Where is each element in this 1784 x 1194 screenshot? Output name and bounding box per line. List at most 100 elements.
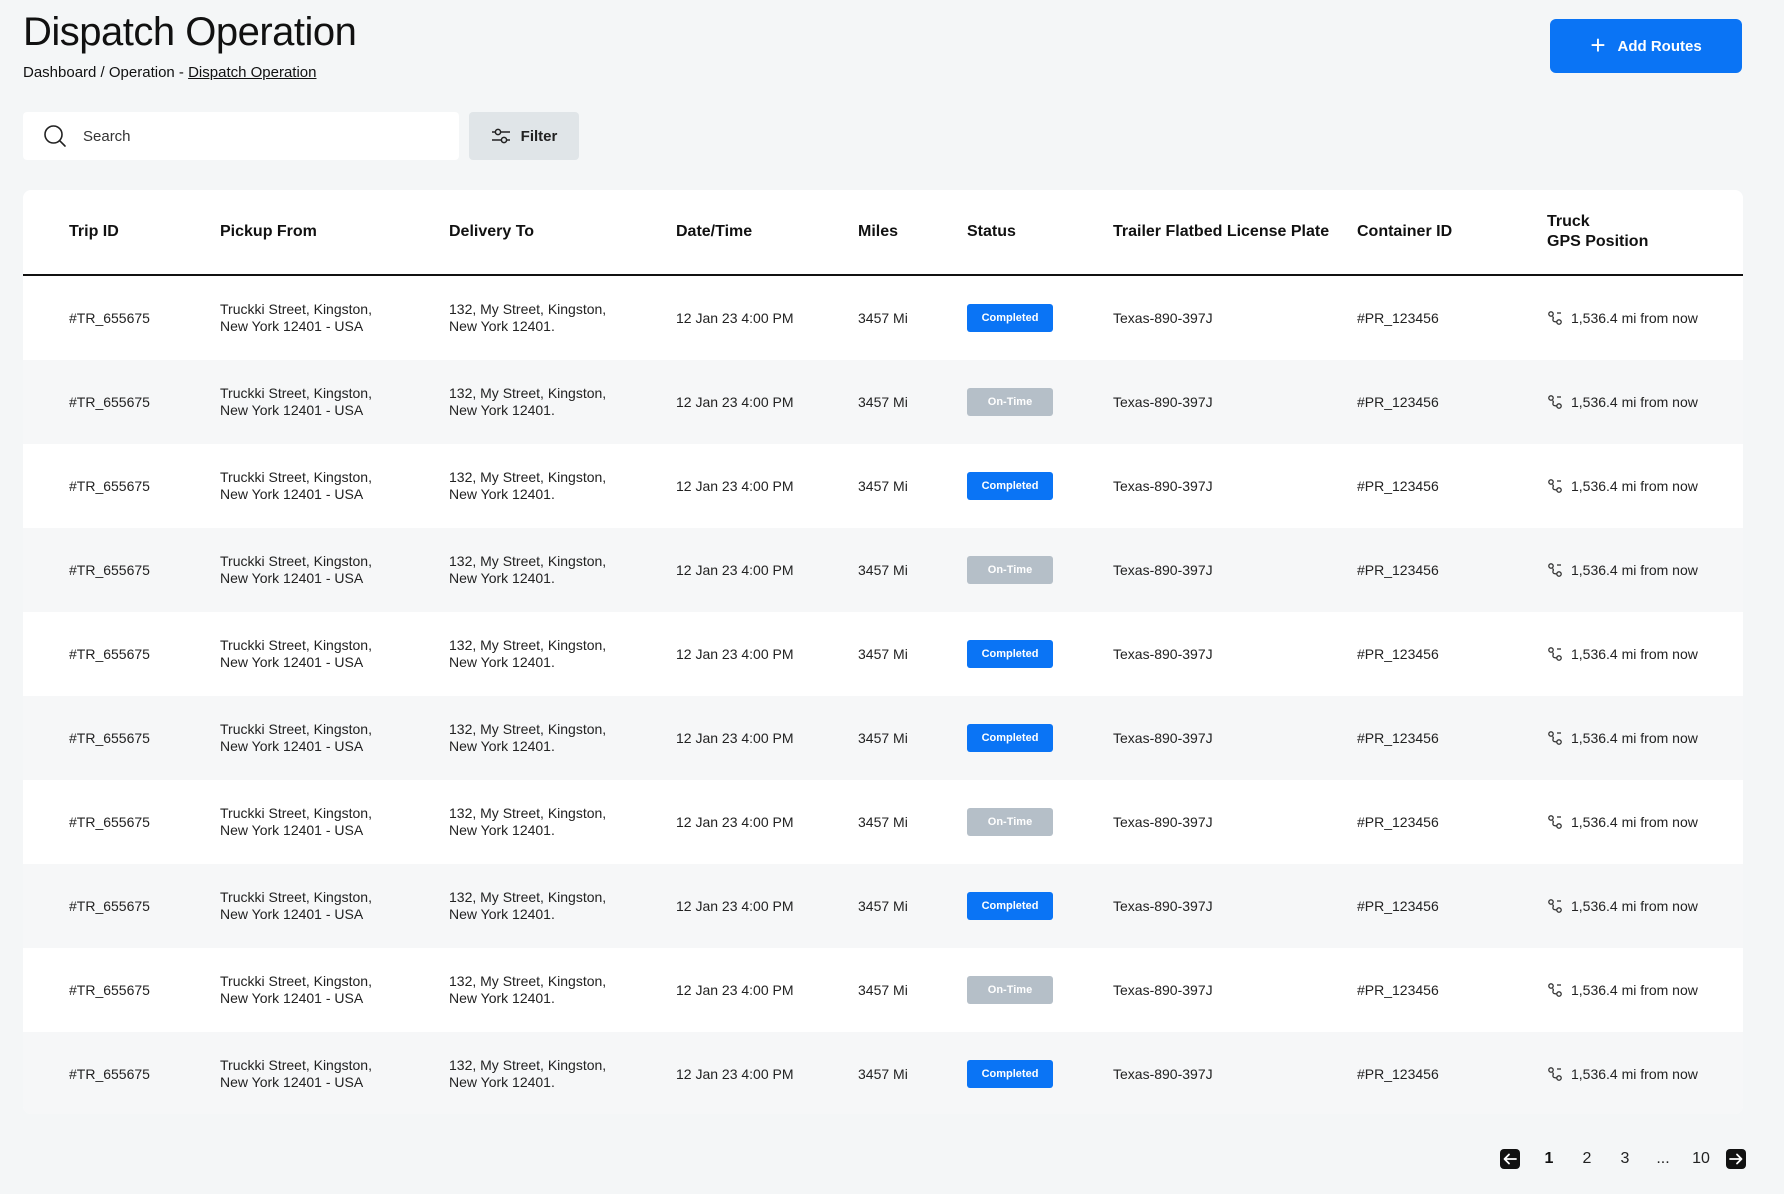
next-page-button[interactable] [1726,1149,1746,1169]
miles-cell: 3457 Mi [858,360,967,444]
delivery-line: New York 12401. [449,318,555,334]
column-header[interactable]: Miles [858,190,967,276]
status-cell: Completed [967,275,1113,360]
route-icon [1547,898,1563,914]
dispatch-table: Trip ID Pickup From Delivery To Date/Tim… [23,190,1743,1114]
container-cell: #PR_123456 [1357,981,1439,998]
pickup-line: Truckki Street, Kingston, [220,385,372,401]
status-badge: Completed [967,892,1053,920]
column-header[interactable]: Date/Time [676,190,858,276]
table-row[interactable]: #TR_655675 Truckki Street, Kingston, New Y… [23,612,1743,696]
delivery-cell: 132, My Street, Kingston, New York 12401. [449,696,676,780]
pickup-cell: Truckki Street, Kingston, New York 12401 … [220,948,449,1032]
miles-cell: 3457 Mi [858,813,908,830]
table-row[interactable]: #TR_655675 Truckki Street, Kingston, New Y… [23,275,1743,360]
add-routes-label: Add Routes [1617,37,1702,55]
plate-cell: Texas-890-397J [1113,309,1213,326]
datetime-cell: 12 Jan 23 4:00 PM [676,813,794,830]
status-cell: On-Time [967,780,1113,864]
trip-id-cell: #TR_655675 [69,645,150,662]
pickup-cell: Truckki Street, Kingston, New York 12401 … [220,444,449,528]
column-header[interactable]: Trailer Flatbed License Plate [1113,190,1357,276]
pickup-line: New York 12401 - USA [220,1074,364,1090]
breadcrumb-path: Dashboard / Operation - [23,64,189,81]
column-header[interactable]: Trip ID [23,190,220,276]
status-cell: On-Time [967,528,1113,612]
status-badge: On-Time [967,808,1053,836]
table-row[interactable]: #TR_655675 Truckki Street, Kingston, New Y… [23,696,1743,780]
datetime-cell: 12 Jan 23 4:00 PM [676,309,794,326]
container-cell: #PR_123456 [1357,813,1439,830]
page-number[interactable]: 1 [1532,1150,1566,1168]
add-routes-button[interactable]: + Add Routes [1550,19,1742,73]
arrow-left-icon [1503,1153,1517,1165]
table-row[interactable]: #TR_655675 Truckki Street, Kingston, New Y… [23,780,1743,864]
table-header-row: Trip ID Pickup From Delivery To Date/Tim… [23,190,1743,276]
trip-id-cell: #TR_655675 [69,477,150,494]
route-icon [1547,730,1563,746]
pagination: 1 2 3 ... 10 [1500,1148,1746,1170]
delivery-line: New York 12401. [449,1074,555,1090]
table-row[interactable]: #TR_655675 Truckki Street, Kingston, New Y… [23,528,1743,612]
miles-cell: 3457 Mi [858,696,967,780]
plate-cell: Texas-890-397J [1113,864,1357,948]
gps-cell: 1,536.4 mi from now [1547,612,1743,696]
page-number[interactable]: 10 [1684,1150,1718,1168]
delivery-line: 132, My Street, Kingston, [449,973,607,989]
search-box[interactable] [23,112,459,160]
gps-text: 1,536.4 mi from now [1571,561,1698,578]
delivery-cell: 132, My Street, Kingston, New York 12401. [449,444,676,528]
table-row[interactable]: #TR_655675 Truckki Street, Kingston, New Y… [23,360,1743,444]
delivery-cell: 132, My Street, Kingston, New York 12401. [449,612,676,696]
column-header[interactable]: Status [967,190,1113,276]
delivery-line: 132, My Street, Kingston, [449,301,607,317]
delivery-cell: 132, My Street, Kingston, New York 12401. [449,864,676,948]
search-input[interactable] [81,126,445,146]
datetime-cell: 12 Jan 23 4:00 PM [676,528,858,612]
gps-cell: 1,536.4 mi from now [1547,275,1743,360]
delivery-cell: 132, My Street, Kingston, New York 12401. [449,948,676,1032]
delivery-line: 132, My Street, Kingston, [449,805,607,821]
gps-text: 1,536.4 mi from now [1571,645,1698,662]
column-header[interactable]: Pickup From [220,190,449,276]
filter-label: Filter [520,127,558,145]
container-cell: #PR_123456 [1357,696,1547,780]
prev-page-button[interactable] [1500,1149,1520,1169]
pickup-cell: Truckki Street, Kingston, New York 12401 … [220,528,449,612]
pickup-line: Truckki Street, Kingston, [220,1057,372,1073]
table-row[interactable]: #TR_655675 Truckki Street, Kingston, New Y… [23,444,1743,528]
delivery-line: 132, My Street, Kingston, [449,469,607,485]
gps-text: 1,536.4 mi from now [1571,729,1698,746]
miles-cell: 3457 Mi [858,645,908,662]
status-cell: On-Time [967,948,1113,1032]
status-badge: Completed [967,304,1053,332]
pickup-line: Truckki Street, Kingston, [220,469,372,485]
delivery-cell: 132, My Street, Kingston, New York 12401. [449,275,676,360]
pickup-line: New York 12401 - USA [220,906,364,922]
status-badge: Completed [967,1060,1053,1088]
pickup-cell: Truckki Street, Kingston, New York 12401 … [220,1032,449,1114]
pickup-line: New York 12401 - USA [220,486,364,502]
route-icon [1547,982,1563,998]
column-header[interactable]: Truck GPS Position [1547,190,1743,276]
route-icon [1547,394,1563,410]
gps-cell: 1,536.4 mi from now [1547,696,1743,780]
page-number[interactable]: 3 [1608,1150,1642,1168]
delivery-line: 132, My Street, Kingston, [449,889,607,905]
trip-id-cell: #TR_655675 [69,981,150,998]
breadcrumb-current[interactable]: Dispatch Operation [188,64,316,81]
filter-button[interactable]: Filter [469,112,579,160]
gps-cell: 1,536.4 mi from now [1547,360,1743,444]
plate-cell: Texas-890-397J [1113,477,1213,494]
page-number[interactable]: 2 [1570,1150,1604,1168]
trip-id-cell: #TR_655675 [23,528,220,612]
table-row[interactable]: #TR_655675 Truckki Street, Kingston, New Y… [23,948,1743,1032]
container-cell: #PR_123456 [1357,1032,1547,1114]
column-header[interactable]: Container ID [1357,190,1547,276]
column-header[interactable]: Delivery To [449,190,676,276]
route-icon [1547,646,1563,662]
table-row[interactable]: #TR_655675 Truckki Street, Kingston, New Y… [23,1032,1743,1114]
table-row[interactable]: #TR_655675 Truckki Street, Kingston, New Y… [23,864,1743,948]
status-cell: Completed [967,696,1113,780]
pickup-line: Truckki Street, Kingston, [220,973,372,989]
